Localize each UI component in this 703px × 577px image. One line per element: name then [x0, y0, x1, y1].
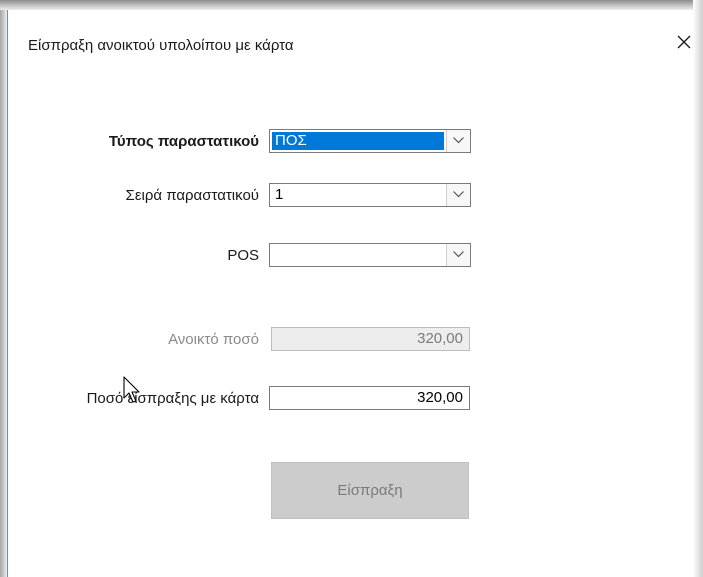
window-left-border	[0, 10, 7, 577]
chevron-down-icon	[453, 137, 464, 144]
document-type-select[interactable]: ΠΟΣ	[269, 129, 471, 153]
close-icon	[677, 35, 691, 49]
screen: Είσπραξη ανοικτού υπολοίπου με κάρτα Τύπ…	[0, 0, 703, 577]
pos-select[interactable]	[269, 243, 471, 267]
document-series-value: 1	[275, 186, 284, 203]
dialog-window: Είσπραξη ανοικτού υπολοίπου με κάρτα Τύπ…	[7, 10, 693, 577]
pos-label: POS	[227, 247, 259, 264]
document-series-select[interactable]: 1	[269, 183, 471, 207]
document-series-dropdown-button[interactable]	[446, 184, 470, 206]
pos-value	[272, 246, 278, 264]
close-button[interactable]	[676, 34, 694, 52]
document-type-value: ΠΟΣ	[272, 132, 444, 150]
title-bar: Είσπραξη ανοικτού υπολοίπου με κάρτα	[8, 10, 693, 70]
window-title: Είσπραξη ανοικτού υπολοίπου με κάρτα	[28, 37, 294, 54]
chevron-down-icon	[453, 191, 464, 198]
document-type-label: Τύπος παραστατικού	[108, 133, 259, 150]
pos-dropdown-button[interactable]	[446, 244, 470, 266]
collect-button[interactable]: Είσπραξη	[271, 462, 469, 519]
desktop-shadow-top	[0, 0, 703, 10]
document-series-label: Σειρά παραστατικού	[125, 187, 259, 204]
card-amount-input[interactable]: 320,00	[269, 386, 470, 410]
chevron-down-icon	[453, 251, 464, 258]
document-type-dropdown-button[interactable]	[446, 130, 470, 152]
card-amount-label: Ποσό είσπραξης με κάρτα	[86, 390, 259, 407]
open-amount-label: Ανοικτό ποσό	[168, 331, 259, 348]
open-amount-field: 320,00	[271, 327, 470, 351]
desktop-shadow-right	[693, 0, 703, 577]
mouse-cursor-icon	[123, 376, 140, 403]
